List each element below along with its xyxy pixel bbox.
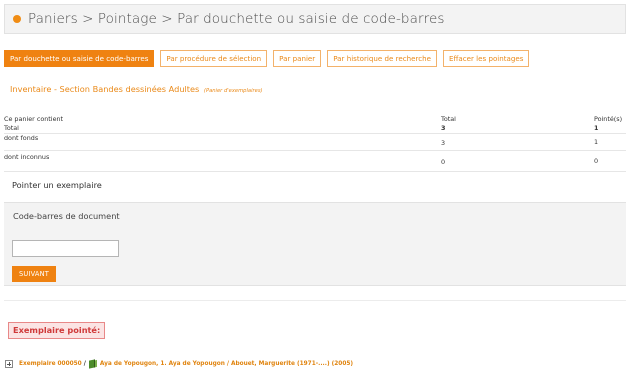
bullet-dot-icon: [13, 15, 21, 23]
notice-link[interactable]: Aya de Yopougon, 1. Aya de Yopougon / Ab…: [100, 361, 353, 367]
divider: [4, 300, 626, 301]
pointer-section-title: Pointer un exemplaire: [12, 180, 102, 190]
summary-header-total: Total: [441, 115, 456, 123]
divider: [4, 150, 626, 151]
pointed-record: Exemplaire 000050 / Aya de Yopougon, 1. …: [5, 359, 353, 369]
tab-procedure-selection[interactable]: Par procédure de sélection: [160, 50, 268, 67]
separator-slash: /: [83, 361, 86, 367]
divider: [4, 171, 626, 172]
summary-row-pointed-value: 1: [594, 138, 599, 146]
summary-row-total-value: 0: [441, 158, 446, 166]
next-button[interactable]: SUIVANT: [12, 266, 56, 282]
plus-box-icon[interactable]: [5, 360, 13, 368]
exemplaire-link[interactable]: Exemplaire 000050: [19, 361, 82, 367]
summary-row-label: dont fonds: [4, 134, 39, 142]
summary-row-pointed-value: 0: [594, 157, 599, 165]
tab-effacer-pointages[interactable]: Effacer les pointages: [443, 50, 530, 67]
summary-header-pointed: Pointé(s): [594, 115, 623, 123]
barcode-field-label: Code-barres de document: [13, 211, 120, 221]
page-title: Paniers > Pointage > Par douchette ou sa…: [28, 11, 445, 27]
barcode-form: Code-barres de document SUIVANT: [4, 202, 626, 286]
pointed-status-badge: Exemplaire pointé:: [8, 322, 106, 339]
basket-title: Inventaire - Section Bandes dessinées Ad…: [10, 84, 263, 94]
summary-header-label: Ce panier contient: [4, 115, 64, 123]
pointage-tabs: Par douchette ou saisie de code-barres P…: [4, 50, 530, 67]
divider: [4, 133, 626, 134]
summary-row-pointed-value: 1: [594, 124, 599, 132]
summary-row-label: Total: [4, 124, 19, 132]
summary-row-total-value: 3: [441, 139, 446, 147]
page-header: Paniers > Pointage > Par douchette ou sa…: [4, 4, 626, 34]
book-icon: [88, 359, 95, 369]
barcode-input[interactable]: [12, 240, 119, 257]
summary-row-label: dont inconnus: [4, 153, 50, 161]
basket-name: Inventaire - Section Bandes dessinées Ad…: [10, 84, 200, 94]
tab-historique-recherche[interactable]: Par historique de recherche: [327, 50, 438, 67]
summary-row-total-value: 3: [441, 124, 446, 132]
tab-panier[interactable]: Par panier: [273, 50, 322, 67]
tab-douchette[interactable]: Par douchette ou saisie de code-barres: [4, 50, 155, 67]
basket-type: (Panier d'exemplaires): [203, 88, 263, 94]
